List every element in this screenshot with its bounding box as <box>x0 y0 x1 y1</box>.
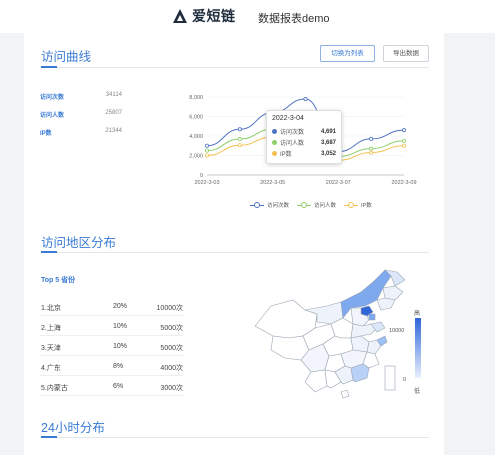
legend-item-ip[interactable]: IP数 <box>344 201 372 209</box>
tooltip-row: 访问次数 4,691 <box>272 126 336 137</box>
province-percent: 10% <box>113 323 128 330</box>
x-tick-label: 2022-3-03 <box>194 180 219 186</box>
visual-map-high-label: 高 <box>414 311 421 317</box>
visual-map-max: 10000 <box>389 328 405 334</box>
legend-item-visits[interactable]: 访问次数 <box>250 201 289 209</box>
map-region <box>254 299 318 339</box>
y-tick-label: 2,000 <box>189 154 203 160</box>
legend-item-visitors[interactable]: 访问人数 <box>297 201 336 209</box>
province-name: 3.天津 <box>41 345 61 352</box>
y-tick-label: 8,000 <box>189 95 203 101</box>
series-dot-icon <box>272 140 277 145</box>
province-name: 5.内蒙古 <box>41 385 68 392</box>
section-divider <box>41 437 429 438</box>
data-point <box>369 150 374 155</box>
visit-line-chart[interactable]: 0 2,000 4,000 6,000 8,000 2022-3-03 2022-3-05 2… <box>0 0 495 200</box>
province-count: 5000次 <box>160 345 183 352</box>
tooltip-series-name: 访问人数 <box>280 141 305 147</box>
legend-line-icon <box>297 202 312 208</box>
visual-map-bar[interactable] <box>415 318 421 378</box>
data-point <box>237 137 242 142</box>
top5-title: Top 5 省份 <box>41 277 76 284</box>
tooltip-date: 2022-3-04 <box>272 115 304 122</box>
table-row: 4.广东 8% 4000次 <box>40 358 183 376</box>
map-region <box>350 335 370 353</box>
y-tick-label: 6,000 <box>189 115 203 121</box>
series-dot-icon <box>272 151 277 156</box>
x-tick-label: 2022-3-05 <box>260 180 285 186</box>
province-count: 3000次 <box>160 385 183 392</box>
legend-line-icon <box>344 202 359 208</box>
region-section-title: 访问地区分布 <box>41 236 117 250</box>
data-point <box>401 128 406 133</box>
section-accent <box>41 436 57 438</box>
map-region-tianjin <box>368 313 376 321</box>
table-row: 3.天津 10% 5000次 <box>40 338 183 356</box>
legend-label: 访问人数 <box>314 203 337 209</box>
data-point <box>204 153 209 158</box>
tooltip-series-value: 3,687 <box>320 139 336 146</box>
data-point <box>369 136 374 141</box>
tooltip-series-name: IP数 <box>280 152 292 158</box>
province-count: 5000次 <box>160 325 183 332</box>
province-name: 1.北京 <box>41 305 61 312</box>
province-percent: 6% <box>113 383 124 390</box>
chart-legend: 访问次数 访问人数 IP数 <box>250 201 380 209</box>
hourly-section-title: 24小时分布 <box>41 421 105 435</box>
chart-tooltip: 2022-3-04 访问次数 4,691 访问人数 3,687 IP数 3,05… <box>266 110 342 164</box>
province-count: 4000次 <box>160 365 183 372</box>
map-region <box>304 369 328 393</box>
province-count: 10000次 <box>156 305 183 312</box>
x-tick-label: 2022-3-09 <box>391 180 416 186</box>
legend-label: IP数 <box>361 203 372 209</box>
map-region <box>270 335 310 361</box>
data-point <box>204 148 209 153</box>
table-row: 1.北京 20% 10000次 <box>40 298 183 316</box>
data-point <box>303 96 308 101</box>
x-tick-label: 2022-3-07 <box>326 180 351 186</box>
legend-label: 访问次数 <box>267 203 290 209</box>
section-accent <box>41 251 57 253</box>
province-percent: 10% <box>113 343 128 350</box>
svg-text:·: · <box>388 377 389 381</box>
province-percent: 20% <box>113 303 128 310</box>
y-tick-label: 4,000 <box>189 134 203 140</box>
data-point <box>401 138 406 143</box>
data-point <box>237 127 242 132</box>
tooltip-series-value: 4,691 <box>320 128 336 135</box>
data-point <box>401 143 406 148</box>
table-row: 2.上海 10% 5000次 <box>40 318 183 336</box>
province-percent: 8% <box>113 363 124 370</box>
map-region <box>340 389 350 399</box>
data-point <box>237 143 242 148</box>
map-region <box>376 297 396 311</box>
province-name: 2.上海 <box>41 325 61 332</box>
series-dot-icon <box>272 129 277 134</box>
legend-line-icon <box>250 202 264 208</box>
section-divider <box>41 252 429 253</box>
tooltip-series-name: 访问次数 <box>280 130 305 136</box>
tooltip-row: 访问人数 3,687 <box>272 137 336 148</box>
tooltip-row: IP数 3,052 <box>272 148 336 159</box>
visual-map-low-label: 低 <box>414 389 421 395</box>
y-tick-label: 0 <box>200 173 203 179</box>
data-point <box>369 146 374 151</box>
province-name: 4.广东 <box>41 365 61 372</box>
svg-text:· ·: · · <box>387 369 390 373</box>
data-point <box>204 143 209 148</box>
tooltip-series-value: 3,052 <box>320 150 336 157</box>
visual-map-min: 0 <box>403 377 407 383</box>
table-row: 5.内蒙古 6% 3000次 <box>40 378 183 396</box>
